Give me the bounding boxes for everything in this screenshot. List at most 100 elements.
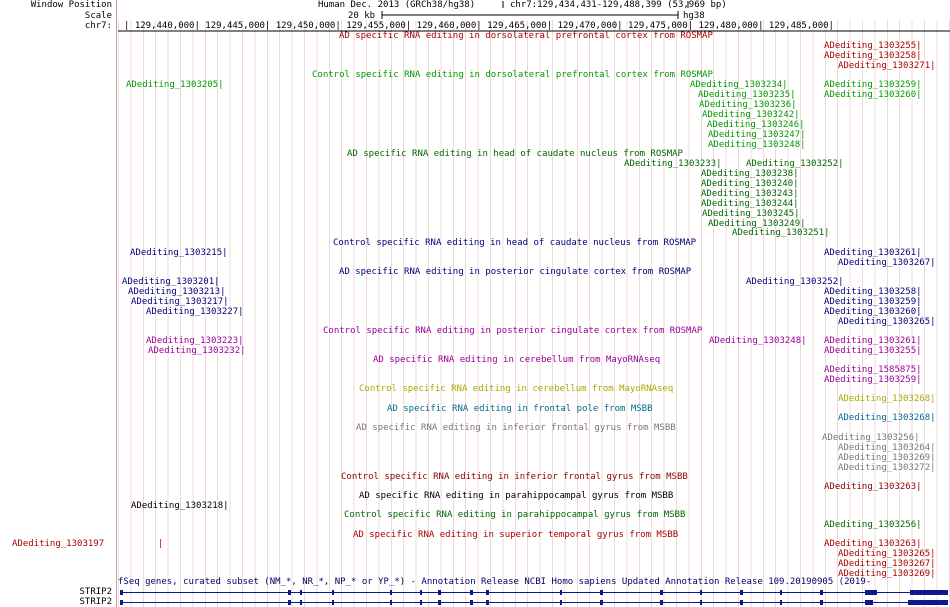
feature-item[interactable]: ADediting_1303258| — [824, 51, 922, 61]
feature-item[interactable]: ADediting_1303236| — [699, 100, 797, 110]
strip2-transcript[interactable] — [120, 590, 948, 595]
track-label-column[interactable]: Window Position Scale chr7: STRIP2 STRIP… — [0, 0, 116, 607]
feature-item[interactable]: ADediting_1303232| — [148, 346, 246, 356]
feature-item[interactable]: ADediting_1303259| — [824, 80, 922, 90]
track-title-ad-cerebellum-mayo[interactable]: AD specific RNA editing in cerebellum fr… — [373, 355, 660, 365]
feature-item[interactable]: ADediting_1303233| — [624, 159, 722, 169]
exon — [300, 590, 302, 595]
feature-item-tick[interactable]: | — [158, 539, 163, 549]
feature-item[interactable]: ADediting_1303255| — [824, 41, 922, 51]
feature-item[interactable]: ADediting_1303245| — [702, 209, 800, 219]
feature-item[interactable]: ADediting_1303215| — [130, 248, 228, 258]
feature-item[interactable]: ADediting_1303255| — [824, 346, 922, 356]
feature-item[interactable]: ADediting_1303261| — [824, 248, 922, 258]
feature-item[interactable]: ADediting_1303244| — [701, 199, 799, 209]
feature-item[interactable]: ADediting_1303235| — [698, 90, 796, 100]
feature-item[interactable]: ADediting_1303251| — [732, 228, 830, 238]
track-title-control-ifg-msbb[interactable]: Control specific RNA editing in inferior… — [341, 472, 688, 482]
feature-item[interactable]: ADediting_1303269| — [838, 453, 936, 463]
exon — [740, 600, 743, 605]
exon — [288, 590, 291, 595]
feature-item[interactable]: ADediting_1303261| — [824, 336, 922, 346]
feature-item[interactable]: ADediting_1303238| — [701, 169, 799, 179]
feature-item[interactable]: ADediting_1303234| — [690, 80, 788, 90]
chromosome-label: chr7: — [84, 21, 112, 31]
exon — [420, 600, 422, 605]
exon — [438, 600, 441, 605]
feature-item[interactable]: ADediting_1303201| — [122, 277, 220, 287]
gene-track-title[interactable]: fSeq genes, curated subset (NM_*, NR_*, … — [118, 577, 871, 587]
base-position-ruler[interactable]: Human Dec. 2013 (GRCh38/hg38) chr7:129,4… — [118, 0, 950, 32]
feature-item[interactable]: ADediting_1303272| — [838, 463, 936, 473]
track-title-control-phg-msbb[interactable]: Control specific RNA editing in parahipp… — [344, 510, 685, 520]
track-title-ad-ifg-msbb[interactable]: AD specific RNA editing in inferior fron… — [356, 423, 676, 433]
feature-item[interactable]: ADediting_1303263| — [824, 482, 922, 492]
feature-item[interactable]: ADediting_1303260| — [824, 90, 922, 100]
refseq-gene-track[interactable]: fSeq genes, curated subset (NM_*, NR_*, … — [118, 577, 950, 607]
exon — [910, 590, 948, 595]
exon — [390, 600, 392, 605]
track-title-control-pcc-rosmap[interactable]: Control specific RNA editing in posterio… — [323, 326, 702, 336]
track-title-ad-caudate-rosmap[interactable]: AD specific RNA editing in head of cauda… — [347, 149, 683, 159]
exon — [300, 600, 302, 605]
track-title-ad-dlpfc-rosmap[interactable]: AD specific RNA editing in dorsolateral … — [339, 31, 713, 41]
strip2-track-label[interactable]: STRIP2 — [79, 587, 112, 597]
feature-item[interactable]: ADediting_1303263| — [824, 539, 922, 549]
feature-item[interactable]: ADediting_1303252| — [746, 159, 844, 169]
exon — [660, 590, 663, 595]
feature-item[interactable]: ADediting_1303227| — [146, 307, 244, 317]
track-title-ad-frontal-pole-msbb[interactable]: AD specific RNA editing in frontal pole … — [387, 404, 653, 414]
strip2-track-label[interactable]: STRIP2 — [79, 597, 112, 607]
feature-item[interactable]: ADediting_1303268| — [838, 394, 936, 404]
track-title-ad-stg-msbb[interactable]: AD specific RNA editing in superior temp… — [353, 530, 678, 540]
feature-item[interactable]: ADediting_1303248| — [708, 140, 806, 150]
feature-item[interactable]: ADediting_1303256| — [824, 520, 922, 530]
exon — [740, 590, 743, 595]
track-title-ad-phg-msbb[interactable]: AD specific RNA editing in parahippocamp… — [359, 491, 673, 501]
feature-item[interactable]: ADediting_1303265| — [838, 549, 936, 559]
feature-item[interactable]: ADediting_1303246| — [707, 120, 805, 130]
exon — [120, 600, 123, 605]
feature-item[interactable]: ADediting_1303247| — [708, 130, 806, 140]
feature-item[interactable]: ADediting_1303218| — [131, 501, 229, 511]
feature-item[interactable]: ADediting_1303268| — [838, 413, 936, 423]
exon — [908, 600, 948, 605]
feature-item[interactable]: ADediting_1303271| — [838, 61, 936, 71]
column-divider — [116, 0, 117, 607]
exon — [780, 600, 782, 605]
feature-item[interactable]: ADediting_1303265| — [838, 317, 936, 327]
feature-item[interactable]: ADediting_1303264| — [838, 443, 936, 453]
genome-browser-image[interactable]: Window Position Scale chr7: STRIP2 STRIP… — [0, 0, 950, 607]
feature-item[interactable]: ADediting_1303205| — [126, 80, 224, 90]
window-position-label: Window Position — [30, 0, 112, 10]
feature-item[interactable]: ADediting_1303213| — [128, 287, 226, 297]
exon — [120, 590, 123, 595]
feature-item[interactable]: ADediting_1303242| — [702, 110, 800, 120]
feature-item[interactable]: ADediting_1303259| — [824, 297, 922, 307]
feature-item[interactable]: ADediting_1303197 — [12, 539, 104, 549]
exon — [470, 600, 473, 605]
feature-item[interactable]: ADediting_1303259| — [824, 375, 922, 385]
feature-item[interactable]: ADediting_1303243| — [701, 189, 799, 199]
exon — [660, 600, 663, 605]
exon — [820, 590, 823, 595]
exon — [560, 590, 562, 595]
track-title-control-cerebellum-mayo[interactable]: Control specific RNA editing in cerebell… — [359, 384, 673, 394]
feature-item[interactable]: ADediting_1303223| — [146, 336, 244, 346]
feature-item[interactable]: ADediting_1303248| — [709, 336, 807, 346]
track-title-control-dlpfc-rosmap[interactable]: Control specific RNA editing in dorsolat… — [312, 70, 713, 80]
feature-item[interactable]: ADediting_1303252| — [746, 277, 844, 287]
feature-item[interactable]: ADediting_1303217| — [131, 297, 229, 307]
feature-item[interactable]: ADediting_1303260| — [824, 307, 922, 317]
strip2-transcript[interactable] — [120, 600, 948, 605]
exon — [865, 600, 873, 605]
scale-label: Scale — [84, 11, 112, 21]
feature-item[interactable]: ADediting_1303267| — [838, 258, 936, 268]
track-title-control-caudate-rosmap[interactable]: Control specific RNA editing in head of … — [333, 238, 696, 248]
feature-item[interactable]: ADediting_1585875| — [824, 365, 922, 375]
feature-item[interactable]: ADediting_1303256| — [822, 433, 920, 443]
feature-item[interactable]: ADediting_1303240| — [701, 179, 799, 189]
track-title-ad-pcc-rosmap[interactable]: AD specific RNA editing in posterior cin… — [339, 267, 691, 277]
feature-item[interactable]: ADediting_1303258| — [824, 287, 922, 297]
feature-item[interactable]: ADediting_1303267| — [838, 559, 936, 569]
